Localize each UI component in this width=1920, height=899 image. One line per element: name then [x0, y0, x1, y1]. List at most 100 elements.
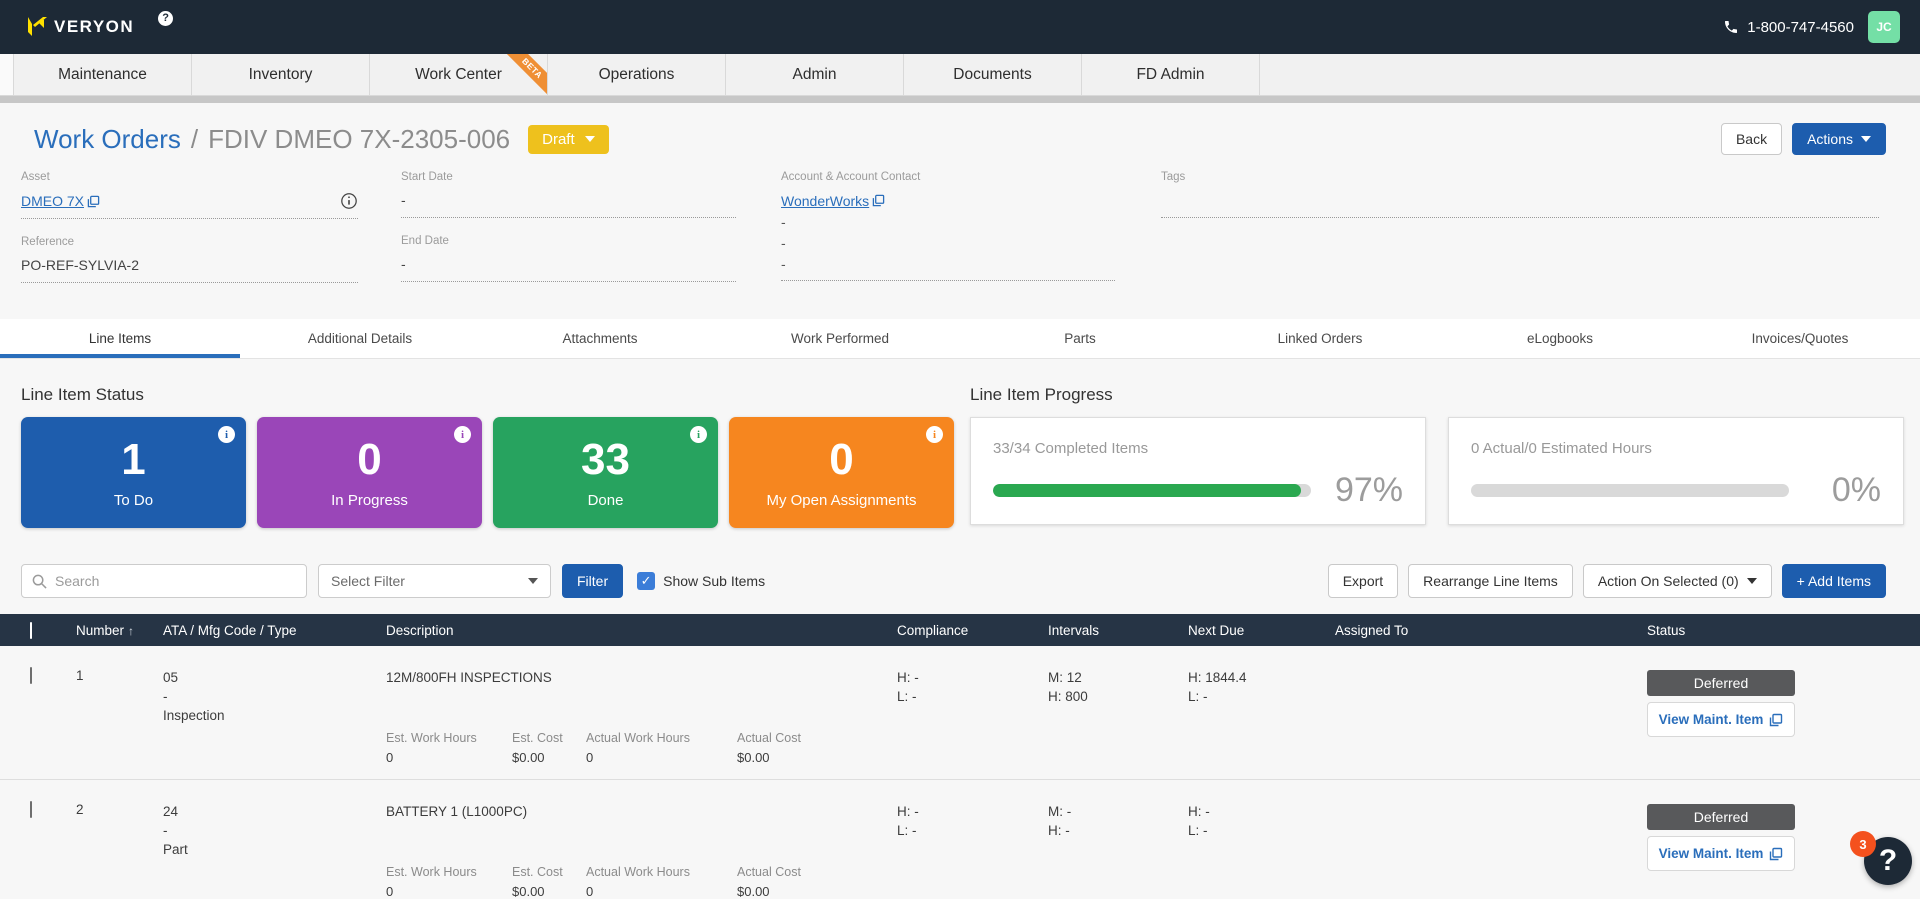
- beta-ribbon: BETA: [501, 54, 547, 95]
- breadcrumb-separator: /: [191, 124, 198, 155]
- search-input[interactable]: [55, 573, 296, 589]
- in-progress-count: 0: [357, 438, 381, 482]
- tab-attachments[interactable]: Attachments: [480, 319, 720, 358]
- row-compliance: H: - L: -: [897, 668, 1048, 765]
- phone-icon: [1723, 19, 1739, 35]
- line-item-progress-title: Line Item Progress: [970, 385, 1904, 405]
- tags-field[interactable]: Tags: [1161, 171, 1879, 218]
- tab-linked-orders[interactable]: Linked Orders: [1200, 319, 1440, 358]
- view-maint-item-button[interactable]: View Maint. Item: [1647, 702, 1795, 737]
- back-button[interactable]: Back: [1721, 123, 1782, 155]
- info-icon[interactable]: i: [454, 426, 471, 443]
- start-date-field[interactable]: Start Date -: [401, 171, 736, 218]
- chevron-down-icon: [585, 136, 595, 142]
- row-description: 12M/800FH INSPECTIONS Est. Work Hours0 E…: [386, 668, 897, 765]
- row-intervals: M: - H: -: [1048, 802, 1188, 899]
- view-maint-item-button[interactable]: View Maint. Item: [1647, 836, 1795, 871]
- nav-tab-operations[interactable]: Operations: [548, 54, 726, 95]
- external-link-icon: [872, 194, 885, 207]
- tab-work-performed[interactable]: Work Performed: [720, 319, 960, 358]
- status-dropdown[interactable]: Draft: [528, 125, 609, 154]
- tab-line-items[interactable]: Line Items: [0, 319, 240, 358]
- completed-items-progress-bar: [993, 484, 1311, 497]
- row-ata: 05 - Inspection: [163, 668, 386, 765]
- rearrange-line-items-button[interactable]: Rearrange Line Items: [1408, 564, 1573, 598]
- account-field[interactable]: Account & Account Contact WonderWorks - …: [781, 171, 1115, 281]
- show-sub-items-checkbox[interactable]: ✓: [637, 572, 655, 590]
- estimated-hours-label: 0 Actual/0 Estimated Hours: [1471, 440, 1881, 457]
- status-card-my-open-assignments[interactable]: i 0 My Open Assignments: [729, 417, 954, 528]
- status-card-in-progress[interactable]: i 0 In Progress: [257, 417, 482, 528]
- search-icon: [32, 574, 47, 589]
- filter-button[interactable]: Filter: [562, 564, 623, 598]
- end-date-field[interactable]: End Date -: [401, 235, 736, 282]
- row-number: 1: [76, 668, 163, 765]
- info-icon[interactable]: i: [926, 426, 943, 443]
- support-phone: 1-800-747-4560: [1723, 19, 1854, 36]
- col-header-ata: ATA / Mfg Code / Type: [163, 623, 386, 638]
- estimated-hours-progress-bar: [1471, 484, 1789, 497]
- nav-tab-maintenance[interactable]: Maintenance: [14, 54, 192, 95]
- external-link-icon: [87, 195, 100, 208]
- account-contact-line: -: [781, 235, 1115, 251]
- col-header-number[interactable]: Number↑: [76, 623, 163, 638]
- tab-additional-details[interactable]: Additional Details: [240, 319, 480, 358]
- asset-field[interactable]: Asset DMEO 7X: [21, 171, 358, 219]
- help-fab-button[interactable]: ? 3: [1864, 837, 1912, 885]
- nav-tab-admin[interactable]: Admin: [726, 54, 904, 95]
- info-icon[interactable]: [340, 192, 358, 210]
- external-link-icon: [1769, 847, 1783, 861]
- work-order-tabs: Line Items Additional Details Attachment…: [0, 319, 1920, 359]
- row-next-due: H: - L: -: [1188, 802, 1335, 899]
- help-notification-badge: 3: [1850, 831, 1876, 857]
- line-item-status-title: Line Item Status: [21, 385, 954, 405]
- info-icon[interactable]: i: [690, 426, 707, 443]
- col-header-intervals: Intervals: [1048, 623, 1188, 638]
- add-items-button[interactable]: + Add Items: [1782, 564, 1886, 598]
- row-cost-stats: Est. Work Hours0 Est. Cost$0.00 Actual W…: [386, 865, 897, 899]
- col-header-next-due: Next Due: [1188, 623, 1335, 638]
- estimated-hours-percent: 0%: [1807, 471, 1881, 510]
- nav-tab-fd-admin[interactable]: FD Admin: [1082, 54, 1260, 95]
- tab-parts[interactable]: Parts: [960, 319, 1200, 358]
- tab-invoices-quotes[interactable]: Invoices/Quotes: [1680, 319, 1920, 358]
- filter-select[interactable]: Select Filter: [318, 564, 551, 598]
- row-checkbox[interactable]: [30, 801, 32, 818]
- user-avatar[interactable]: JC: [1868, 11, 1900, 43]
- actions-button[interactable]: Actions: [1792, 123, 1886, 155]
- status-card-to-do[interactable]: i 1 To Do: [21, 417, 246, 528]
- completed-items-percent: 97%: [1329, 471, 1403, 510]
- row-checkbox[interactable]: [30, 667, 32, 684]
- show-sub-items-label: Show Sub Items: [663, 573, 765, 589]
- page-title: FDIV DMEO 7X-2305-006: [208, 124, 510, 155]
- completed-items-label: 33/34 Completed Items: [993, 440, 1403, 457]
- asset-link[interactable]: DMEO 7X: [21, 193, 100, 209]
- divider-strip: [0, 96, 1920, 103]
- nav-tab-inventory[interactable]: Inventory: [192, 54, 370, 95]
- support-phone-number: 1-800-747-4560: [1747, 19, 1854, 36]
- col-header-description: Description: [386, 623, 897, 638]
- question-mark-icon: ?: [1879, 844, 1897, 878]
- row-description: BATTERY 1 (L1000PC) Est. Work Hours0 Est…: [386, 802, 897, 899]
- row-assigned-to: [1335, 668, 1647, 765]
- status-badge[interactable]: Deferred: [1647, 670, 1795, 696]
- row-intervals: M: 12 H: 800: [1048, 668, 1188, 765]
- breadcrumb-work-orders[interactable]: Work Orders: [34, 124, 181, 155]
- completed-items-panel: 33/34 Completed Items 97%: [970, 417, 1426, 525]
- help-icon[interactable]: ?: [158, 11, 173, 26]
- action-on-selected-dropdown[interactable]: Action On Selected (0): [1583, 564, 1772, 598]
- export-button[interactable]: Export: [1328, 564, 1398, 598]
- account-link[interactable]: WonderWorks: [781, 193, 885, 209]
- start-date-value: -: [401, 192, 736, 209]
- tags-value: [1161, 192, 1879, 209]
- reference-field[interactable]: Reference PO-REF-SYLVIA-2: [21, 236, 358, 283]
- select-all-checkbox[interactable]: [30, 622, 32, 639]
- status-badge[interactable]: Deferred: [1647, 804, 1795, 830]
- veryon-logo[interactable]: VERYON: [26, 15, 134, 39]
- nav-tab-work-center[interactable]: Work Center BETA: [370, 54, 548, 95]
- tab-elogbooks[interactable]: eLogbooks: [1440, 319, 1680, 358]
- done-count: 33: [581, 438, 630, 482]
- nav-tab-documents[interactable]: Documents: [904, 54, 1082, 95]
- status-card-done[interactable]: i 33 Done: [493, 417, 718, 528]
- info-icon[interactable]: i: [218, 426, 235, 443]
